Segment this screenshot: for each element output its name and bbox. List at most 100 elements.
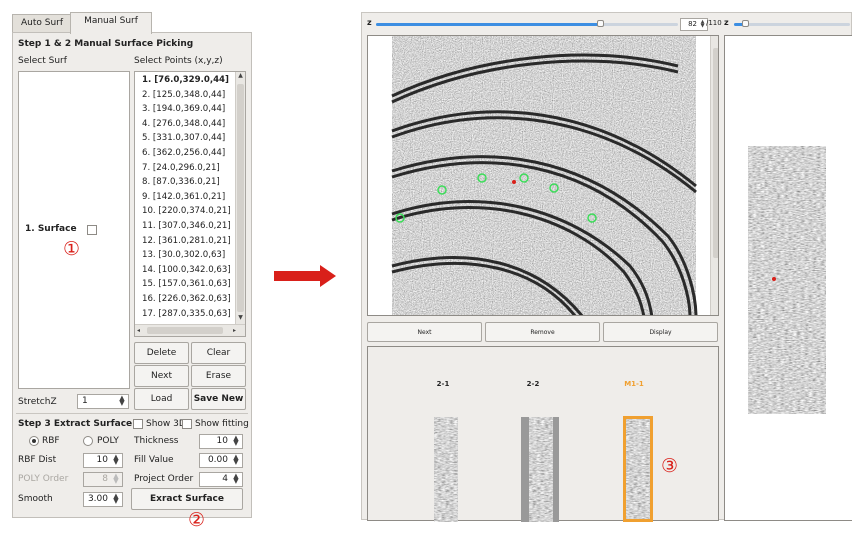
spin-arrows-icon[interactable]: ▲ ▼ xyxy=(231,473,241,485)
spin-arrows-icon[interactable]: ▲ ▼ xyxy=(699,20,706,29)
point-list-item[interactable]: 9. [142.0,361.0,21] xyxy=(142,192,225,202)
point-list-item[interactable]: 15. [157.0,361.0,63] xyxy=(142,279,231,289)
z-slider-label: z xyxy=(367,18,372,27)
surface-checkbox[interactable] xyxy=(87,225,97,235)
xy-view[interactable] xyxy=(367,35,719,316)
thumbnail-label: 2-1 xyxy=(436,380,450,388)
surface-list[interactable]: 1. Surface ① xyxy=(18,71,130,389)
stretchz-spinbox[interactable]: 1 ▲ ▼ xyxy=(77,394,129,409)
point-list-item[interactable]: 17. [287.0,335.0,63] xyxy=(142,309,231,319)
scroll-thumb[interactable] xyxy=(713,48,718,258)
point-list-item[interactable]: 8. [87.0,336.0,21] xyxy=(142,177,220,187)
fill-value-spinbox[interactable]: 0.00 ▲ ▼ xyxy=(199,453,243,468)
fill-value-label: Fill Value xyxy=(134,455,174,465)
thumbnail-m1-1[interactable] xyxy=(623,416,653,522)
show3d-label[interactable]: Show 3D xyxy=(146,419,186,429)
points-vscroll[interactable]: ▲ ▼ xyxy=(235,72,245,324)
tomogram-image[interactable] xyxy=(368,36,719,316)
show-fitting-label[interactable]: Show fitting xyxy=(195,419,249,429)
step12-title: Step 1 & 2 Manual Surface Picking xyxy=(18,39,194,49)
project-order-spinbox[interactable]: 4 ▲ ▼ xyxy=(199,472,243,487)
next-button[interactable]: Next xyxy=(134,365,189,387)
point-list-item[interactable]: 12. [361.0,281.0,21] xyxy=(142,236,231,246)
scroll-right-icon[interactable]: ▸ xyxy=(233,326,241,335)
spin-arrows-icon[interactable]: ▲ ▼ xyxy=(231,454,241,466)
xz-view[interactable] xyxy=(724,35,852,521)
hscroll-thumb[interactable] xyxy=(147,327,223,334)
remove-button[interactable]: Remove xyxy=(485,322,600,342)
viewer-next-button[interactable]: Next xyxy=(367,322,482,342)
thumbnail-2-2[interactable] xyxy=(521,417,559,522)
z-spinbox[interactable]: 82 ▲ ▼ xyxy=(680,18,708,31)
point-list-item[interactable]: 10. [220.0,374.0,21] xyxy=(142,206,231,216)
poly-label[interactable]: POLY xyxy=(97,436,119,446)
point-list-item[interactable]: 2. [125.0,348.0,44] xyxy=(142,90,225,100)
thickness-spinbox[interactable]: 10 ▲ ▼ xyxy=(199,434,243,449)
save-new-button[interactable]: Save New xyxy=(191,388,246,410)
thickness-label: Thickness xyxy=(134,436,179,446)
show3d-checkbox[interactable] xyxy=(133,419,143,429)
extract-surface-button[interactable]: Exract Surface xyxy=(131,488,243,510)
points-container: 1. [76.0,329.0,44] 2. [125.0,348.0,44] 3. … xyxy=(135,72,235,324)
scroll-thumb[interactable] xyxy=(237,84,244,312)
thumbnail-m1-1-image xyxy=(626,419,650,519)
annotation-three: ③ xyxy=(661,455,679,477)
arrow-right-icon xyxy=(274,265,336,287)
select-points-label: Select Points (x,y,z) xyxy=(134,56,223,66)
spin-arrows-icon[interactable]: ▲ ▼ xyxy=(111,473,121,485)
xy-view-scrollbar[interactable] xyxy=(710,36,718,315)
z2-slider-handle[interactable] xyxy=(741,20,749,27)
show-fitting-checkbox[interactable] xyxy=(182,419,192,429)
z2-slider-label: z xyxy=(724,18,729,27)
manual-surf-panel: Step 1 & 2 Manual Surface Picking Select… xyxy=(12,32,252,518)
tab-manual-surf[interactable]: Manual Surf xyxy=(70,12,152,34)
z2-slider-track[interactable] xyxy=(734,23,850,26)
erase-button[interactable]: Erase xyxy=(191,365,246,387)
point-list-item[interactable]: 3. [194.0,369.0,44] xyxy=(142,104,225,114)
z-slider-track[interactable] xyxy=(376,23,678,26)
point-list-item[interactable]: 13. [30.0,302.0,63] xyxy=(142,250,225,260)
point-list-item[interactable]: 11. [307.0,346.0,21] xyxy=(142,221,231,231)
annotation-one: ① xyxy=(63,238,81,260)
poly-radio[interactable] xyxy=(83,436,93,446)
tab-bar: Auto Surf Manual Surf xyxy=(12,12,252,34)
z-value: 82 xyxy=(688,20,697,28)
point-list-item[interactable]: 7. [24.0,296.0,21] xyxy=(142,163,220,173)
rbf-radio[interactable] xyxy=(29,436,39,446)
spin-arrows-icon[interactable]: ▲ ▼ xyxy=(231,435,241,447)
points-hscroll[interactable]: ◂ ▸ xyxy=(135,324,245,336)
step3-title: Step 3 Extract Surface xyxy=(18,419,133,429)
spin-arrows-icon[interactable]: ▲ ▼ xyxy=(111,454,121,466)
scroll-down-icon[interactable]: ▼ xyxy=(237,314,244,324)
stretchz-value: 1 xyxy=(82,396,88,406)
surface-item-label[interactable]: 1. Surface xyxy=(25,224,77,234)
project-order-value: 4 xyxy=(222,474,228,484)
z-slider-fill xyxy=(376,23,601,26)
point-list-item[interactable]: 14. [100.0,342.0,63] xyxy=(142,265,231,275)
point-list-item[interactable]: 16. [226.0,362.0,63] xyxy=(142,294,231,304)
surface-thumbnails-panel: 2-1 2-2 M1-1 ③ xyxy=(367,346,719,522)
spin-arrows-icon[interactable]: ▲ ▼ xyxy=(117,395,127,407)
load-button[interactable]: Load xyxy=(134,388,189,410)
point-list-item[interactable]: 5. [331.0,307.0,44] xyxy=(142,133,225,143)
spin-arrows-icon[interactable]: ▲ ▼ xyxy=(111,493,121,505)
scroll-up-icon[interactable]: ▲ xyxy=(237,72,244,82)
section-divider xyxy=(16,413,248,414)
points-list[interactable]: 1. [76.0,329.0,44] 2. [125.0,348.0,44] 3. … xyxy=(134,71,246,337)
thumbnail-2-1[interactable] xyxy=(434,417,458,522)
point-list-item[interactable]: 1. [76.0,329.0,44] xyxy=(142,75,229,85)
clear-button[interactable]: Clear xyxy=(191,342,246,364)
rbf-label[interactable]: RBF xyxy=(42,436,60,446)
smooth-spinbox[interactable]: 3.00 ▲ ▼ xyxy=(83,492,123,507)
delete-button[interactable]: Delete xyxy=(134,342,189,364)
tab-auto-surf[interactable]: Auto Surf xyxy=(12,14,72,33)
point-list-item[interactable]: 4. [276.0,348.0,44] xyxy=(142,119,225,129)
side-view-image[interactable] xyxy=(725,36,852,521)
display-button[interactable]: Display xyxy=(603,322,718,342)
rbf-dist-value: 10 xyxy=(96,455,108,465)
poly-order-spinbox[interactable]: 8 ▲ ▼ xyxy=(83,472,123,487)
scroll-left-icon[interactable]: ◂ xyxy=(137,326,145,335)
rbf-dist-spinbox[interactable]: 10 ▲ ▼ xyxy=(83,453,123,468)
z-slider-handle[interactable] xyxy=(596,20,604,27)
point-list-item[interactable]: 6. [362.0,256.0,44] xyxy=(142,148,225,158)
